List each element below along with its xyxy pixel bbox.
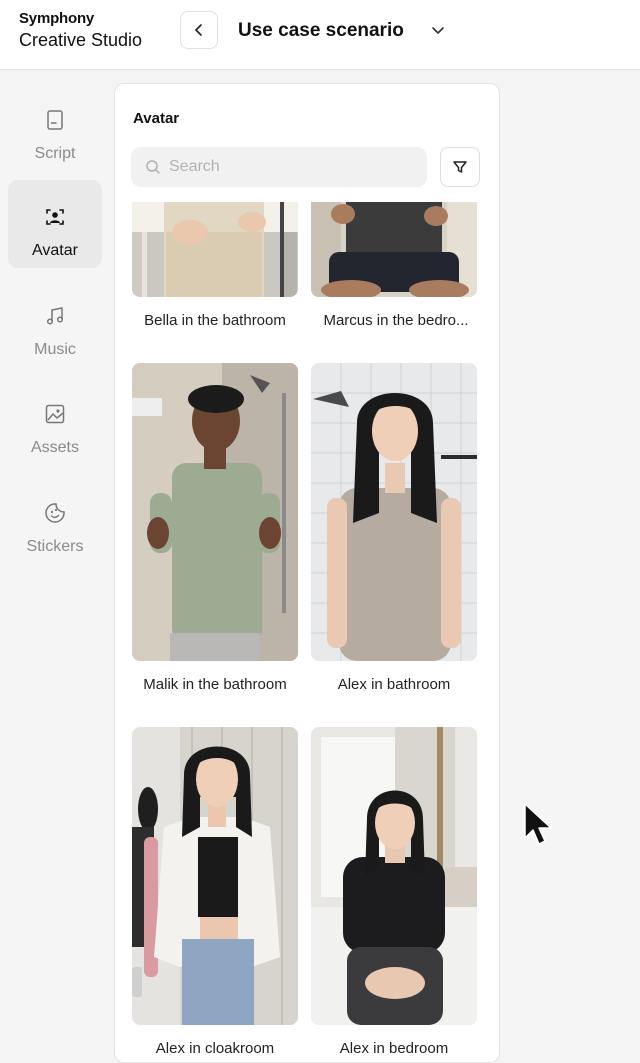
- sidebar-item-script[interactable]: Script: [8, 83, 102, 171]
- brand-name: Symphony: [19, 10, 95, 27]
- chevron-down-icon[interactable]: [430, 22, 446, 38]
- avatar-thumbnail: [132, 727, 298, 1025]
- chevron-left-icon: [195, 24, 202, 36]
- avatar-name: Marcus in the bedro...: [323, 312, 469, 329]
- sticker-icon: [45, 503, 65, 523]
- sidebar-item-label: Script: [34, 145, 76, 162]
- avatar-thumbnail: [132, 363, 298, 661]
- avatar-grid: Bella in the bathroom Marcus in the bedr…: [115, 202, 499, 1062]
- avatar-thumbnail: [311, 363, 477, 661]
- avatar-name: Bella in the bathroom: [144, 312, 286, 329]
- sidebar-item-avatar[interactable]: Avatar: [8, 180, 102, 268]
- filter-button[interactable]: [440, 147, 480, 187]
- app-header: Symphony Creative Studio Use case scenar…: [0, 0, 640, 70]
- sidebar-item-label: Assets: [30, 439, 79, 456]
- sidebar-item-assets[interactable]: Assets: [8, 377, 102, 465]
- scenario-title[interactable]: Use case scenario: [238, 20, 404, 42]
- brand-subtitle: Creative Studio: [19, 30, 143, 50]
- avatar-panel: Avatar Search Bella in the bathroom Marc…: [114, 83, 500, 1063]
- left-sidebar: Script Avatar Music Assets Stickers: [0, 71, 108, 1049]
- music-icon: [46, 307, 64, 325]
- avatar-name: Alex in bathroom: [337, 676, 451, 693]
- sidebar-item-label: Avatar: [32, 242, 78, 259]
- avatar-thumbnail: [311, 727, 477, 1025]
- back-button[interactable]: [180, 11, 218, 49]
- script-icon: [47, 110, 63, 130]
- brand-logo: Symphony Creative Studio: [19, 10, 142, 52]
- image-icon: [45, 404, 65, 424]
- search-icon: [146, 160, 160, 174]
- search-box[interactable]: [131, 147, 427, 187]
- mouse-cursor-icon: [524, 803, 552, 845]
- avatar-icon: [46, 209, 64, 225]
- sidebar-item-label: Music: [34, 341, 76, 358]
- search-input[interactable]: [167, 157, 411, 177]
- filter-icon: [453, 161, 467, 173]
- panel-title: Avatar: [133, 110, 180, 127]
- sidebar-item-music[interactable]: Music: [8, 279, 102, 367]
- avatar-thumbnail: [311, 202, 477, 297]
- sidebar-item-stickers[interactable]: Stickers: [8, 476, 102, 564]
- avatar-name: Malik in the bathroom: [143, 676, 287, 693]
- avatar-thumbnail: [132, 202, 298, 297]
- sidebar-item-label: Stickers: [26, 538, 84, 555]
